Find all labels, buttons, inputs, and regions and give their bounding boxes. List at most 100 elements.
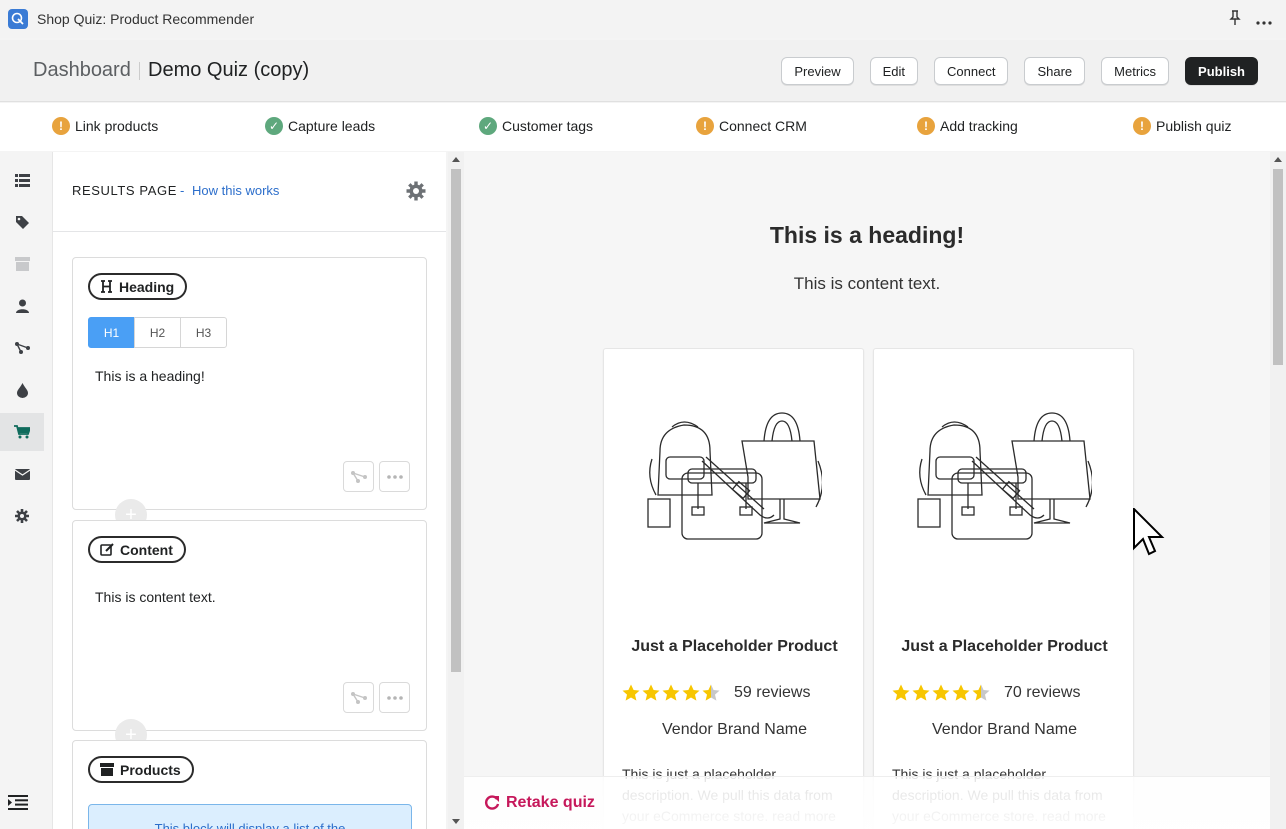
checkmark-icon: ✓ [479, 117, 497, 135]
share-button[interactable]: Share [1024, 57, 1086, 85]
sidebar-nav [0, 152, 52, 829]
content-logic-button[interactable] [343, 682, 374, 713]
warning-icon: ! [1133, 117, 1151, 135]
checklist-label: Add tracking [940, 118, 1018, 134]
heading-level-h3[interactable]: H3 [180, 317, 227, 348]
checklist-item-connect-crm[interactable]: ! Connect CRM [696, 117, 807, 135]
scroll-down-arrow-icon[interactable] [452, 819, 460, 824]
gear-icon [15, 509, 29, 523]
gear-icon [406, 181, 426, 201]
breadcrumb-separator [139, 62, 140, 80]
page-header: Dashboard Demo Quiz (copy) Preview Edit … [0, 40, 1286, 102]
warning-icon: ! [52, 117, 70, 135]
star-rating-icon [892, 684, 992, 702]
branch-icon [350, 470, 367, 483]
more-options-icon [386, 474, 403, 479]
page-title: Demo Quiz (copy) [148, 59, 310, 81]
content-more-button[interactable] [379, 682, 410, 713]
scroll-up-arrow-icon[interactable] [1274, 157, 1282, 162]
breadcrumb-dashboard[interactable]: Dashboard [33, 59, 131, 82]
sidebar-item-email[interactable] [0, 455, 44, 493]
checklist-item-customer-tags[interactable]: ✓ Customer tags [479, 117, 593, 135]
sidebar-item-design[interactable] [0, 371, 44, 409]
collapse-sidebar-button[interactable] [8, 795, 28, 815]
panel-scrollbar[interactable] [448, 152, 464, 829]
product-image-bags [642, 411, 824, 548]
product-vendor: Vendor Brand Name [662, 721, 807, 738]
preview-heading: This is a heading! [769, 222, 965, 248]
product-name: Just a Placeholder Product [631, 638, 838, 655]
sidebar-item-products[interactable] [0, 245, 44, 283]
checklist-item-link-products[interactable]: ! Link products [52, 117, 158, 135]
more-options-icon[interactable] [1256, 12, 1272, 30]
collapse-menu-icon [8, 795, 28, 810]
publish-button[interactable]: Publish [1185, 57, 1258, 85]
setup-checklist: ! Link products ✓ Capture leads ✓ Custom… [0, 103, 1286, 151]
sidebar-item-settings[interactable] [0, 497, 44, 535]
preview-content-text: This is content text. [793, 274, 941, 293]
sidebar-item-tags[interactable] [0, 203, 44, 241]
preview-button[interactable]: Preview [781, 57, 854, 85]
panel-title: RESULTS PAGE [72, 183, 177, 198]
box-icon [100, 763, 114, 776]
product-image-bags [912, 411, 1094, 548]
panel-title-separator: - [180, 183, 185, 198]
preview-scroll-thumb[interactable] [1273, 169, 1283, 365]
panel-scroll-thumb[interactable] [451, 169, 461, 672]
product-rating: 59 reviews [622, 684, 810, 702]
product-card[interactable]: Just a Placeholder Product 59 reviews Ve… [603, 348, 864, 829]
heading-level-h1[interactable]: H1 [88, 317, 135, 348]
heading-block-label: Heading [88, 273, 188, 300]
products-block[interactable]: Products This block will display a list … [72, 740, 427, 829]
retake-quiz-button[interactable]: Retake quiz [484, 794, 595, 812]
product-card[interactable]: Just a Placeholder Product 70 reviews Ve… [873, 348, 1134, 829]
product-name: Just a Placeholder Product [901, 638, 1108, 655]
content-text-input[interactable]: This is content text. [95, 589, 216, 605]
product-vendor: Vendor Brand Name [932, 721, 1077, 738]
checklist-item-add-tracking[interactable]: ! Add tracking [917, 117, 1018, 135]
connect-button[interactable]: Connect [934, 57, 1009, 85]
heading-block-title: Heading [119, 278, 175, 295]
edit-icon [100, 543, 114, 556]
content-block[interactable]: Content This is content text. [72, 520, 427, 731]
checklist-label: Capture leads [288, 118, 376, 134]
checklist-label: Customer tags [502, 118, 594, 134]
product-reviews-count: 70 reviews [1004, 684, 1081, 701]
content-block-title: Content [120, 541, 173, 558]
products-block-label: Products [88, 756, 194, 783]
panel-header: RESULTS PAGE - How this works [53, 152, 446, 232]
sidebar-item-questions[interactable] [0, 161, 44, 199]
pin-icon[interactable] [1228, 10, 1242, 31]
products-block-title: Products [120, 761, 181, 778]
scroll-up-arrow-icon[interactable] [452, 157, 460, 162]
window-titlebar: Shop Quiz: Product Recommender [0, 0, 1286, 38]
heading-more-button[interactable] [379, 461, 410, 492]
mouse-cursor-icon [1133, 506, 1167, 561]
metrics-button[interactable]: Metrics [1101, 57, 1170, 85]
star-rating-icon [622, 684, 722, 702]
user-icon [15, 299, 29, 313]
refresh-icon [484, 795, 500, 811]
heading-text-input[interactable]: This is a heading! [95, 368, 205, 384]
box-icon [14, 257, 30, 271]
checklist-label: Publish quiz [1156, 118, 1232, 134]
edit-button[interactable]: Edit [869, 57, 919, 85]
heading-level-h2[interactable]: H2 [134, 317, 181, 348]
drop-icon [16, 382, 28, 398]
sidebar-item-results[interactable] [0, 413, 44, 451]
sidebar-item-logic[interactable] [0, 329, 44, 367]
checklist-item-publish-quiz[interactable]: ! Publish quiz [1133, 117, 1232, 135]
preview-scrollbar[interactable] [1270, 152, 1286, 829]
sidebar-item-contacts[interactable] [0, 287, 44, 325]
warning-icon: ! [696, 117, 714, 135]
heading-icon [100, 280, 113, 293]
how-this-works-link[interactable]: How this works [192, 183, 279, 198]
branch-icon [14, 342, 30, 354]
heading-level-selector: H1 H2 H3 [88, 317, 227, 348]
checklist-item-capture-leads[interactable]: ✓ Capture leads [265, 117, 375, 135]
heading-block[interactable]: Heading H1 H2 H3 This is a heading! [72, 257, 427, 510]
heading-logic-button[interactable] [343, 461, 374, 492]
panel-settings-button[interactable] [406, 181, 426, 206]
warning-icon: ! [917, 117, 935, 135]
content-block-label: Content [88, 536, 186, 563]
